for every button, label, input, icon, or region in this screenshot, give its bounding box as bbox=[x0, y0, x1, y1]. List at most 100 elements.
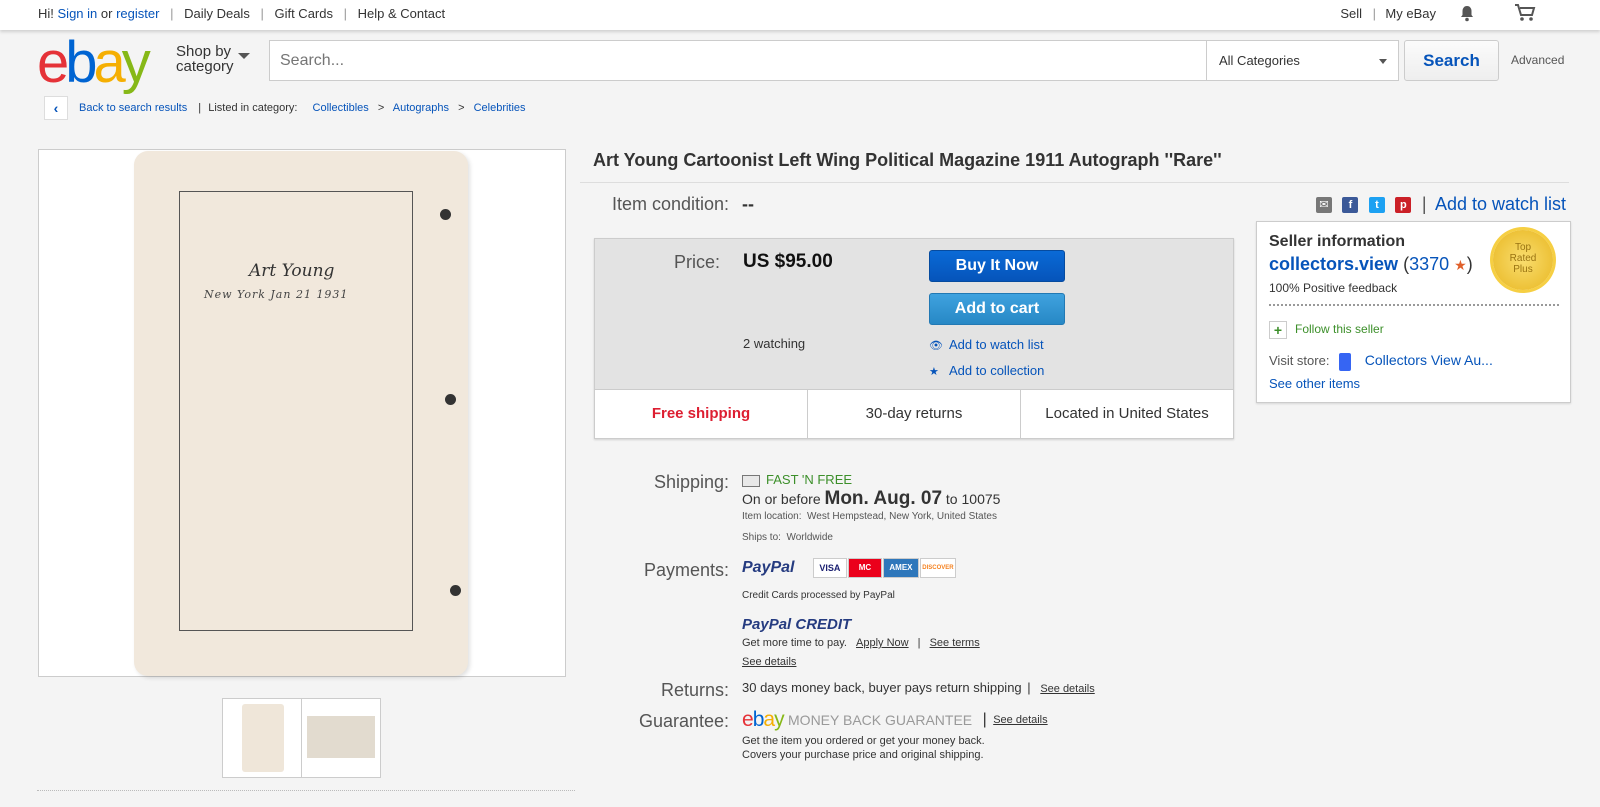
add-to-collection-label: Add to collection bbox=[949, 363, 1045, 378]
visa-icon: VISA bbox=[812, 558, 847, 578]
add-to-collection-link[interactable]: ★ Add to collection bbox=[929, 363, 1044, 378]
plus-icon: + bbox=[1269, 321, 1287, 339]
breadcrumb-collectibles[interactable]: Collectibles bbox=[313, 102, 369, 114]
returns-policy: 30 days money back, buyer pays return sh… bbox=[742, 680, 1095, 695]
search-input[interactable] bbox=[270, 41, 1206, 80]
divider: | bbox=[260, 6, 264, 21]
back-to-search-link[interactable]: Back to search results bbox=[79, 102, 187, 114]
fast-n-free: FAST 'N FREE bbox=[742, 472, 852, 487]
location-text: Located in United States bbox=[1045, 405, 1209, 422]
breadcrumb-separator: > bbox=[458, 102, 465, 114]
star-icon: ★ bbox=[929, 366, 939, 378]
or-text: or bbox=[100, 6, 113, 21]
delivery-zip: 10075 bbox=[961, 491, 1001, 507]
ships-to-value: Worldwide bbox=[786, 532, 833, 543]
item-condition-value: -- bbox=[742, 194, 754, 214]
shipping-label: Shipping: bbox=[653, 472, 729, 492]
shop-by-category-button[interactable]: Shop by category bbox=[176, 44, 250, 74]
paren: ) bbox=[1466, 254, 1473, 274]
bell-icon[interactable] bbox=[1458, 4, 1476, 25]
returns-see-details-link[interactable]: See details bbox=[1040, 683, 1094, 695]
sign-in-link[interactable]: Sign in bbox=[58, 6, 98, 21]
divider: | bbox=[917, 637, 921, 649]
amex-icon: AMEX bbox=[882, 558, 919, 578]
daily-deals-link[interactable]: Daily Deals bbox=[184, 6, 250, 21]
register-link[interactable]: register bbox=[116, 6, 159, 21]
returns-label: Returns: bbox=[660, 680, 729, 700]
divider: | bbox=[1027, 680, 1031, 695]
help-contact-link[interactable]: Help & Contact bbox=[358, 6, 445, 21]
positive-feedback: 100% Positive feedback bbox=[1269, 281, 1398, 295]
search-bar: All Categories bbox=[269, 40, 1399, 81]
returns-text: 30-day returns bbox=[808, 390, 1021, 439]
thumbnail-1[interactable] bbox=[222, 698, 302, 778]
store-icon bbox=[1339, 352, 1352, 371]
back-arrow-icon[interactable]: ‹ bbox=[44, 96, 68, 120]
twitter-icon[interactable]: t bbox=[1368, 196, 1385, 213]
pinterest-icon[interactable]: p bbox=[1395, 196, 1412, 213]
my-ebay-link[interactable]: My eBay bbox=[1385, 6, 1436, 21]
main-item-image[interactable]: Art Young New York Jan 21 1931 bbox=[38, 149, 566, 677]
guarantee-line1: Get the item you ordered or get your mon… bbox=[742, 735, 985, 747]
top-rated-plus-badge: Top Rated Plus bbox=[1493, 230, 1553, 290]
email-icon[interactable]: ✉ bbox=[1316, 196, 1332, 213]
greeting-text: Hi! bbox=[38, 6, 54, 21]
divider: | bbox=[170, 6, 174, 21]
to-text: to bbox=[945, 491, 958, 507]
divider: | bbox=[1372, 6, 1376, 21]
see-details-link[interactable]: See details bbox=[742, 656, 796, 668]
seller-info-box: Seller information collectors.view (3370… bbox=[1256, 221, 1571, 403]
follow-seller-link[interactable]: + Follow this seller bbox=[1269, 321, 1384, 339]
visit-store-row: Visit store: Collectors View Au... bbox=[1269, 352, 1493, 371]
delivery-date: Mon. Aug. 07 bbox=[824, 488, 943, 509]
breadcrumb-celebrities[interactable]: Celebrities bbox=[474, 102, 526, 114]
top-nav-left: Hi! Sign in or register | Daily Deals | … bbox=[38, 6, 445, 21]
punch-hole bbox=[450, 585, 461, 596]
category-select[interactable]: All Categories bbox=[1206, 41, 1399, 80]
visit-store-label: Visit store: bbox=[1269, 353, 1330, 368]
top-nav-bar: Hi! Sign in or register | Daily Deals | … bbox=[0, 0, 1600, 30]
store-name-link[interactable]: Collectors View Au... bbox=[1365, 352, 1493, 368]
ebay-logo[interactable]: ebay bbox=[37, 30, 151, 95]
price-box: Price: US $95.00 Buy It Now Add to cart … bbox=[594, 238, 1234, 439]
money-back-guarantee: ebay MONEY BACK GUARANTEE | See details bbox=[742, 708, 1048, 732]
logo-letter-e: e bbox=[37, 30, 69, 95]
signature-name: Art Young bbox=[249, 261, 335, 281]
breadcrumb-autographs[interactable]: Autographs bbox=[393, 102, 449, 114]
search-button[interactable]: Search bbox=[1404, 40, 1499, 81]
divider bbox=[1269, 304, 1559, 306]
facebook-icon[interactable]: f bbox=[1342, 196, 1359, 213]
item-condition-label: Item condition: bbox=[611, 194, 729, 214]
sell-link[interactable]: Sell bbox=[1340, 6, 1362, 21]
add-to-watch-list-link[interactable]: 👁 Add to watch list bbox=[929, 337, 1044, 352]
caret-down-icon bbox=[1379, 59, 1387, 64]
item-location-label: Item location: bbox=[742, 511, 802, 522]
returns-policy-text: 30 days money back, buyer pays return sh… bbox=[742, 680, 1022, 695]
apply-now-link[interactable]: Apply Now bbox=[856, 637, 909, 649]
add-to-cart-button[interactable]: Add to cart bbox=[929, 293, 1065, 325]
see-other-items-link[interactable]: See other items bbox=[1269, 376, 1360, 391]
divider: | bbox=[198, 102, 202, 114]
see-terms-link[interactable]: See terms bbox=[930, 637, 980, 649]
more-time-text: Get more time to pay. bbox=[742, 637, 847, 649]
add-to-watch-list-link[interactable]: Add to watch list bbox=[1435, 194, 1566, 214]
truck-icon bbox=[742, 474, 760, 487]
divider: | bbox=[982, 711, 987, 728]
divider: | bbox=[343, 6, 347, 21]
ebay-small-logo: ebay bbox=[742, 708, 785, 731]
eye-icon: 👁 bbox=[929, 340, 943, 352]
breadcrumb: Back to search results | Listed in categ… bbox=[79, 102, 526, 114]
gift-cards-link[interactable]: Gift Cards bbox=[274, 6, 333, 21]
seller-name-link[interactable]: collectors.view bbox=[1269, 254, 1398, 274]
feedback-score-link[interactable]: 3370 bbox=[1409, 254, 1449, 274]
guarantee-see-details-link[interactable]: See details bbox=[993, 714, 1047, 726]
thumbnail-2[interactable] bbox=[301, 698, 381, 778]
buy-it-now-button[interactable]: Buy It Now bbox=[929, 250, 1065, 282]
mbg-text: MONEY BACK GUARANTEE bbox=[788, 712, 973, 728]
badge-line: Top bbox=[1514, 242, 1532, 253]
guarantee-line2: Covers your purchase price and original … bbox=[742, 749, 984, 761]
advanced-search-link[interactable]: Advanced bbox=[1511, 53, 1564, 67]
cart-icon[interactable] bbox=[1514, 3, 1536, 26]
price-label: Price: bbox=[673, 252, 720, 272]
follow-seller-label: Follow this seller bbox=[1295, 322, 1384, 337]
